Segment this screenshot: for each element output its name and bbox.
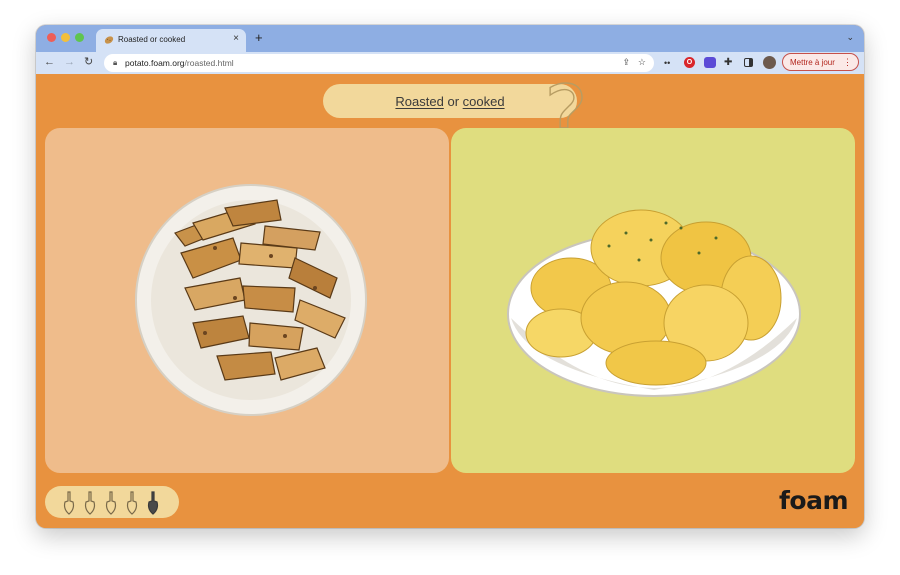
- tab-title: Roasted or cooked: [118, 35, 186, 44]
- shovel-icon-filled: [147, 491, 159, 515]
- close-window-button[interactable]: [47, 33, 56, 42]
- foam-logo[interactable]: foam: [779, 486, 848, 515]
- shovel-icon: [63, 491, 75, 515]
- url-text: potato.foam.org/roasted.html: [125, 58, 234, 68]
- forward-arrow-icon[interactable]: →: [64, 55, 75, 70]
- shovel-icon: [126, 491, 138, 515]
- chevron-down-icon[interactable]: ⌄: [846, 32, 854, 43]
- cooked-potatoes-image: [507, 209, 801, 397]
- browser-window: Roasted or cooked × + ⌄ ← → ↻ 🔒︎ potato.…: [36, 25, 864, 528]
- shovel-icon: [105, 491, 117, 515]
- avatar[interactable]: [763, 56, 776, 69]
- question-connector: or: [447, 94, 460, 109]
- cooked-card[interactable]: [451, 128, 855, 473]
- more-icon[interactable]: ⋮: [843, 57, 852, 68]
- progress-indicator: [45, 486, 179, 518]
- extension-badge-icon[interactable]: [704, 57, 716, 68]
- share-icon[interactable]: ⇪: [622, 57, 630, 68]
- maximize-window-button[interactable]: [75, 33, 84, 42]
- star-icon[interactable]: ☆: [638, 57, 646, 68]
- tab-roasted-or-cooked[interactable]: Roasted or cooked ×: [96, 29, 246, 52]
- extension-dots-icon[interactable]: ••: [664, 57, 670, 69]
- update-button-label: Mettre à jour: [790, 58, 835, 67]
- minimize-window-button[interactable]: [61, 33, 70, 42]
- puzzle-icon[interactable]: ✚: [724, 57, 732, 69]
- url-host: potato.foam.org: [125, 58, 185, 68]
- new-tab-button[interactable]: +: [255, 30, 263, 46]
- address-bar[interactable]: 🔒︎ potato.foam.org/roasted.html ⇪ ☆: [104, 54, 654, 72]
- shovel-icon: [84, 491, 96, 515]
- back-arrow-icon[interactable]: ←: [44, 55, 55, 70]
- close-icon[interactable]: ×: [233, 33, 239, 45]
- potato-icon: [104, 36, 114, 44]
- browser-toolbar: ← → ↻ 🔒︎ potato.foam.org/roasted.html ⇪ …: [36, 52, 864, 74]
- option-cooked-link[interactable]: cooked: [463, 94, 505, 109]
- reload-icon[interactable]: ↻: [84, 55, 93, 70]
- opera-extension-icon[interactable]: O: [684, 57, 695, 68]
- url-path: /roasted.html: [184, 58, 234, 68]
- roasted-potatoes-image: [135, 184, 367, 416]
- lock-icon: 🔒︎: [113, 58, 118, 67]
- tab-strip: Roasted or cooked × + ⌄: [36, 25, 864, 52]
- option-roasted-link[interactable]: Roasted: [395, 94, 443, 109]
- roasted-card[interactable]: [45, 128, 449, 473]
- question-pill: Roasted or cooked: [323, 84, 577, 118]
- page-content: Roasted or cooked ? foam: [36, 74, 864, 528]
- side-panel-icon[interactable]: [744, 58, 753, 67]
- question-text: Roasted or cooked: [395, 94, 504, 109]
- update-button[interactable]: Mettre à jour ⋮: [782, 53, 859, 71]
